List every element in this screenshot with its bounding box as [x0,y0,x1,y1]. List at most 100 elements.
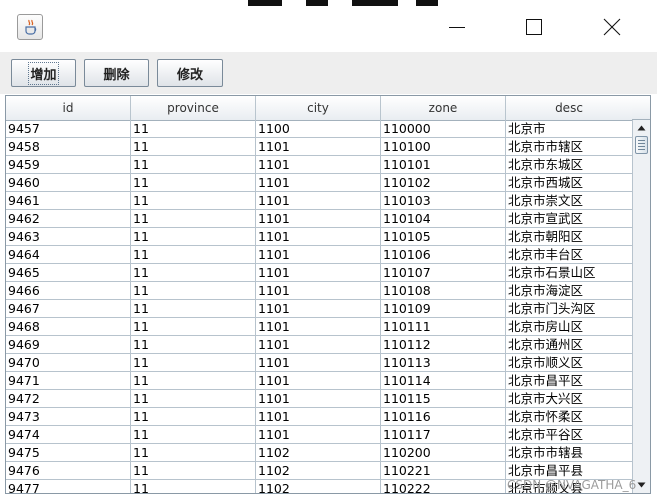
table-cell-city[interactable]: 1101 [256,390,381,408]
table-cell-city[interactable]: 1101 [256,408,381,426]
table-row[interactable]: 9472 11 1101 110115 北京市大兴区 [6,390,633,408]
table-cell-id[interactable]: 9473 [6,408,131,426]
table-cell-zone[interactable]: 110200 [381,444,506,462]
table-cell-province[interactable]: 11 [131,426,256,444]
table-cell-city[interactable]: 1102 [256,462,381,480]
table-cell-desc[interactable]: 北京市东城区 [506,156,633,174]
table-row[interactable]: 9460 11 1101 110102 北京市西城区 [6,174,633,192]
table-cell-desc[interactable]: 北京市西城区 [506,174,633,192]
table-cell-desc[interactable]: 北京市宣武区 [506,210,633,228]
table-row[interactable]: 9459 11 1101 110101 北京市东城区 [6,156,633,174]
table-cell-id[interactable]: 9466 [6,282,131,300]
table-row[interactable]: 9465 11 1101 110107 北京市石景山区 [6,264,633,282]
table-row[interactable]: 9463 11 1101 110105 北京市朝阳区 [6,228,633,246]
table-row[interactable]: 9464 11 1101 110106 北京市丰台区 [6,246,633,264]
table-cell-desc[interactable]: 北京市平谷区 [506,426,633,444]
table-cell-id[interactable]: 9461 [6,192,131,210]
scrollbar-thumb[interactable] [635,136,648,154]
table-cell-province[interactable]: 11 [131,246,256,264]
table-cell-zone[interactable]: 110108 [381,282,506,300]
table-row[interactable]: 9468 11 1101 110111 北京市房山区 [6,318,633,336]
table-cell-desc[interactable]: 北京市市辖区 [506,138,633,156]
table-cell-zone[interactable]: 110221 [381,462,506,480]
table-cell-province[interactable]: 11 [131,408,256,426]
table-cell-id[interactable]: 9468 [6,318,131,336]
column-header-desc[interactable]: desc [506,96,633,120]
table-cell-id[interactable]: 9471 [6,372,131,390]
table-cell-city[interactable]: 1101 [256,156,381,174]
table-cell-id[interactable]: 9475 [6,444,131,462]
table-cell-desc[interactable]: 北京市朝阳区 [506,228,633,246]
table-cell-desc[interactable]: 北京市怀柔区 [506,408,633,426]
table-cell-zone[interactable]: 110113 [381,354,506,372]
table-cell-city[interactable]: 1101 [256,264,381,282]
table-row[interactable]: 9462 11 1101 110104 北京市宣武区 [6,210,633,228]
table-cell-province[interactable]: 11 [131,462,256,480]
table-cell-id[interactable]: 9476 [6,462,131,480]
table-cell-id[interactable]: 9472 [6,390,131,408]
table-cell-zone[interactable]: 110112 [381,336,506,354]
table-cell-city[interactable]: 1101 [256,210,381,228]
table-row[interactable]: 9473 11 1101 110116 北京市怀柔区 [6,408,633,426]
table-cell-desc[interactable]: 北京市房山区 [506,318,633,336]
table-cell-desc[interactable]: 北京市昌平区 [506,372,633,390]
table-cell-province[interactable]: 11 [131,282,256,300]
table-cell-zone[interactable]: 110116 [381,408,506,426]
table-cell-zone[interactable]: 110114 [381,372,506,390]
table-row[interactable]: 9475 11 1102 110200 北京市市辖县 [6,444,633,462]
table-cell-province[interactable]: 11 [131,318,256,336]
table-cell-id[interactable]: 9465 [6,264,131,282]
table-cell-city[interactable]: 1101 [256,138,381,156]
table-cell-city[interactable]: 1101 [256,336,381,354]
table-cell-province[interactable]: 11 [131,300,256,318]
table-cell-zone[interactable]: 110115 [381,390,506,408]
add-button[interactable]: 增加 [11,59,76,87]
table-cell-id[interactable]: 9470 [6,354,131,372]
table-cell-desc[interactable]: 北京市门头沟区 [506,300,633,318]
table-cell-city[interactable]: 1102 [256,480,381,493]
minimize-button[interactable] [434,8,480,46]
table-cell-province[interactable]: 11 [131,336,256,354]
table-cell-province[interactable]: 11 [131,390,256,408]
table-cell-city[interactable]: 1101 [256,282,381,300]
table-cell-id[interactable]: 9462 [6,210,131,228]
table-cell-zone[interactable]: 110000 [381,120,506,138]
close-button[interactable] [589,8,635,46]
scroll-up-button[interactable] [633,120,650,136]
table-row[interactable]: 9470 11 1101 110113 北京市顺义区 [6,354,633,372]
table-cell-province[interactable]: 11 [131,228,256,246]
table-cell-city[interactable]: 1101 [256,300,381,318]
table-cell-desc[interactable]: 北京市海淀区 [506,282,633,300]
table-cell-province[interactable]: 11 [131,444,256,462]
table-cell-id[interactable]: 9458 [6,138,131,156]
table-cell-province[interactable]: 11 [131,354,256,372]
table-cell-zone[interactable]: 110117 [381,426,506,444]
maximize-button[interactable] [511,8,557,46]
table-cell-zone[interactable]: 110102 [381,174,506,192]
table-cell-id[interactable]: 9469 [6,336,131,354]
table-cell-desc[interactable]: 北京市市辖县 [506,444,633,462]
table-cell-desc[interactable]: 北京市崇文区 [506,192,633,210]
table-cell-desc[interactable]: 北京市石景山区 [506,264,633,282]
table-cell-city[interactable]: 1100 [256,120,381,138]
vertical-scrollbar[interactable] [632,120,650,493]
table-cell-city[interactable]: 1101 [256,246,381,264]
table-cell-zone[interactable]: 110106 [381,246,506,264]
table-cell-id[interactable]: 9464 [6,246,131,264]
table-cell-city[interactable]: 1101 [256,372,381,390]
table-cell-id[interactable]: 9477 [6,480,131,493]
table-cell-province[interactable]: 11 [131,210,256,228]
table-cell-id[interactable]: 9459 [6,156,131,174]
java-coffee-icon[interactable] [17,14,43,40]
table-cell-city[interactable]: 1101 [256,354,381,372]
table-row[interactable]: 9469 11 1101 110112 北京市通州区 [6,336,633,354]
table-cell-province[interactable]: 11 [131,192,256,210]
column-header-id[interactable]: id [6,96,131,120]
table-row[interactable]: 9471 11 1101 110114 北京市昌平区 [6,372,633,390]
table-cell-zone[interactable]: 110103 [381,192,506,210]
table-cell-desc[interactable]: 北京市通州区 [506,336,633,354]
delete-button[interactable]: 删除 [84,59,149,87]
column-header-province[interactable]: province [131,96,256,120]
table-cell-desc[interactable]: 北京市大兴区 [506,390,633,408]
table-cell-zone[interactable]: 110100 [381,138,506,156]
